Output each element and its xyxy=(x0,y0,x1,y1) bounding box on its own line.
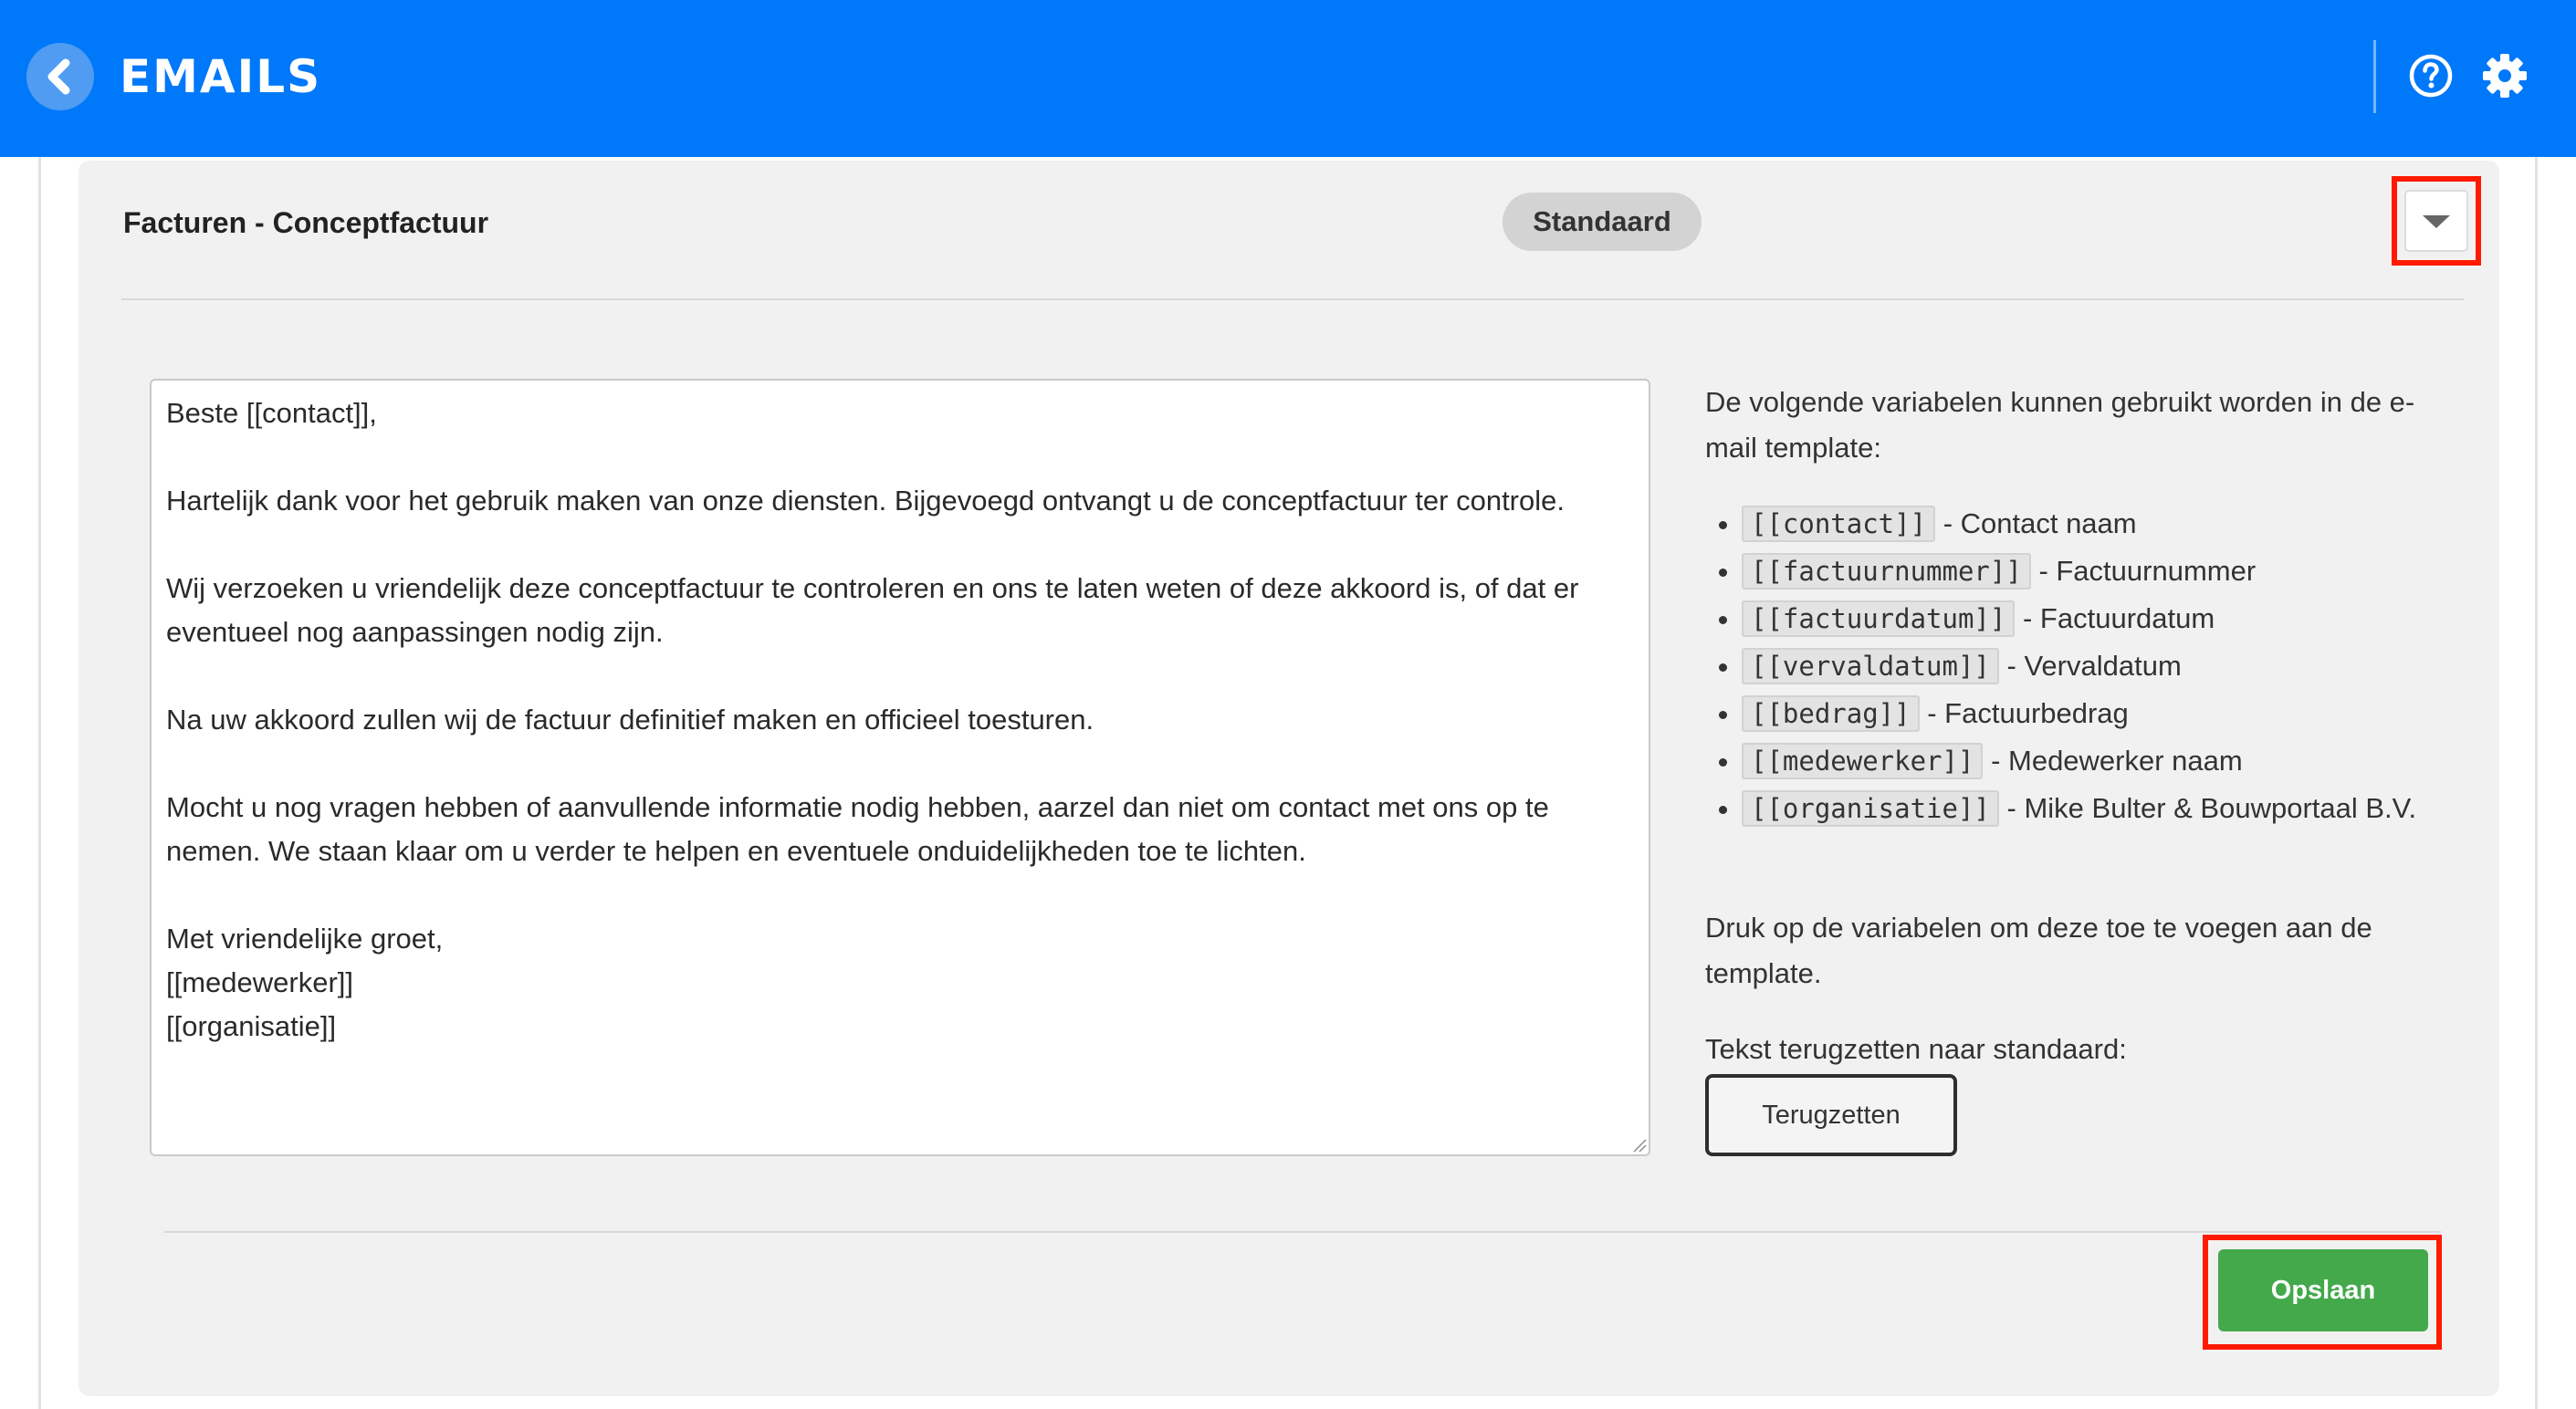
template-title: Facturen - Conceptfactuur xyxy=(123,206,489,239)
variable-description: - Medewerker naam xyxy=(1991,745,2243,777)
variable-item-factuurnummer: [[factuurnummer]] - Factuurnummer xyxy=(1742,548,2454,595)
variable-description: - Factuurdatum xyxy=(2022,602,2215,634)
header-divider xyxy=(2373,40,2376,113)
variable-item-bedrag: [[bedrag]] - Factuurbedrag xyxy=(1742,690,2454,737)
top-bar: EMAILS xyxy=(0,0,2576,157)
email-body-textarea[interactable]: Beste [[contact]], Hartelijk dank voor h… xyxy=(150,379,1650,1156)
page-frame-right xyxy=(2535,157,2538,1409)
question-circle-icon[interactable] xyxy=(2408,53,2454,99)
reset-button[interactable]: Terugzetten xyxy=(1705,1074,1957,1156)
page-title: EMAILS xyxy=(120,50,322,103)
variable-item-contact: [[contact]] - Contact naam xyxy=(1742,500,2454,548)
variable-code-contact[interactable]: [[contact]] xyxy=(1742,506,1936,542)
variable-code-factuurdatum[interactable]: [[factuurdatum]] xyxy=(1742,600,2016,637)
reset-label: Tekst terugzetten naar standaard: xyxy=(1705,1033,2127,1065)
status-badge: Standaard xyxy=(1503,193,1702,251)
variable-code-organisatie[interactable]: [[organisatie]] xyxy=(1742,790,1999,827)
variable-code-factuurnummer[interactable]: [[factuurnummer]] xyxy=(1742,553,2031,590)
variable-code-vervaldatum[interactable]: [[vervaldatum]] xyxy=(1742,648,1999,684)
gear-icon[interactable] xyxy=(2481,52,2529,99)
variables-list: [[contact]] - Contact naam [[factuurnumm… xyxy=(1705,500,2454,832)
variable-description: - Factuurbedrag xyxy=(1927,697,2129,729)
variable-item-vervaldatum: [[vervaldatum]] - Vervaldatum xyxy=(1742,642,2454,690)
variable-code-medewerker[interactable]: [[medewerker]] xyxy=(1742,743,1984,779)
collapse-toggle-button[interactable] xyxy=(2404,190,2468,252)
variables-intro: De volgende variabelen kunnen gebruikt w… xyxy=(1705,386,2415,464)
variable-description: - Factuurnummer xyxy=(2038,555,2257,587)
variable-description: - Vervaldatum xyxy=(2006,650,2182,682)
caret-down-icon xyxy=(2423,215,2450,228)
card-divider xyxy=(121,298,2464,300)
variable-description: - Contact naam xyxy=(1942,507,2137,539)
variable-code-bedrag[interactable]: [[bedrag]] xyxy=(1742,695,1920,732)
chevron-left-icon xyxy=(47,58,70,95)
variable-item-organisatie: [[organisatie]] - Mike Bulter & Bouwport… xyxy=(1742,785,2454,832)
variable-description: - Mike Bulter & Bouwportaal B.V. xyxy=(2006,792,2417,824)
variable-item-factuurdatum: [[factuurdatum]] - Factuurdatum xyxy=(1742,595,2454,642)
variable-item-medewerker: [[medewerker]] - Medewerker naam xyxy=(1742,737,2454,785)
back-button[interactable] xyxy=(26,43,94,110)
save-button[interactable]: Opslaan xyxy=(2218,1249,2428,1331)
page-frame-left xyxy=(38,157,41,1409)
footer-divider xyxy=(164,1231,2441,1233)
variables-hint: Druk op de variabelen om deze toe te voe… xyxy=(1705,912,2372,989)
resize-grip-icon[interactable] xyxy=(1632,1138,1647,1153)
